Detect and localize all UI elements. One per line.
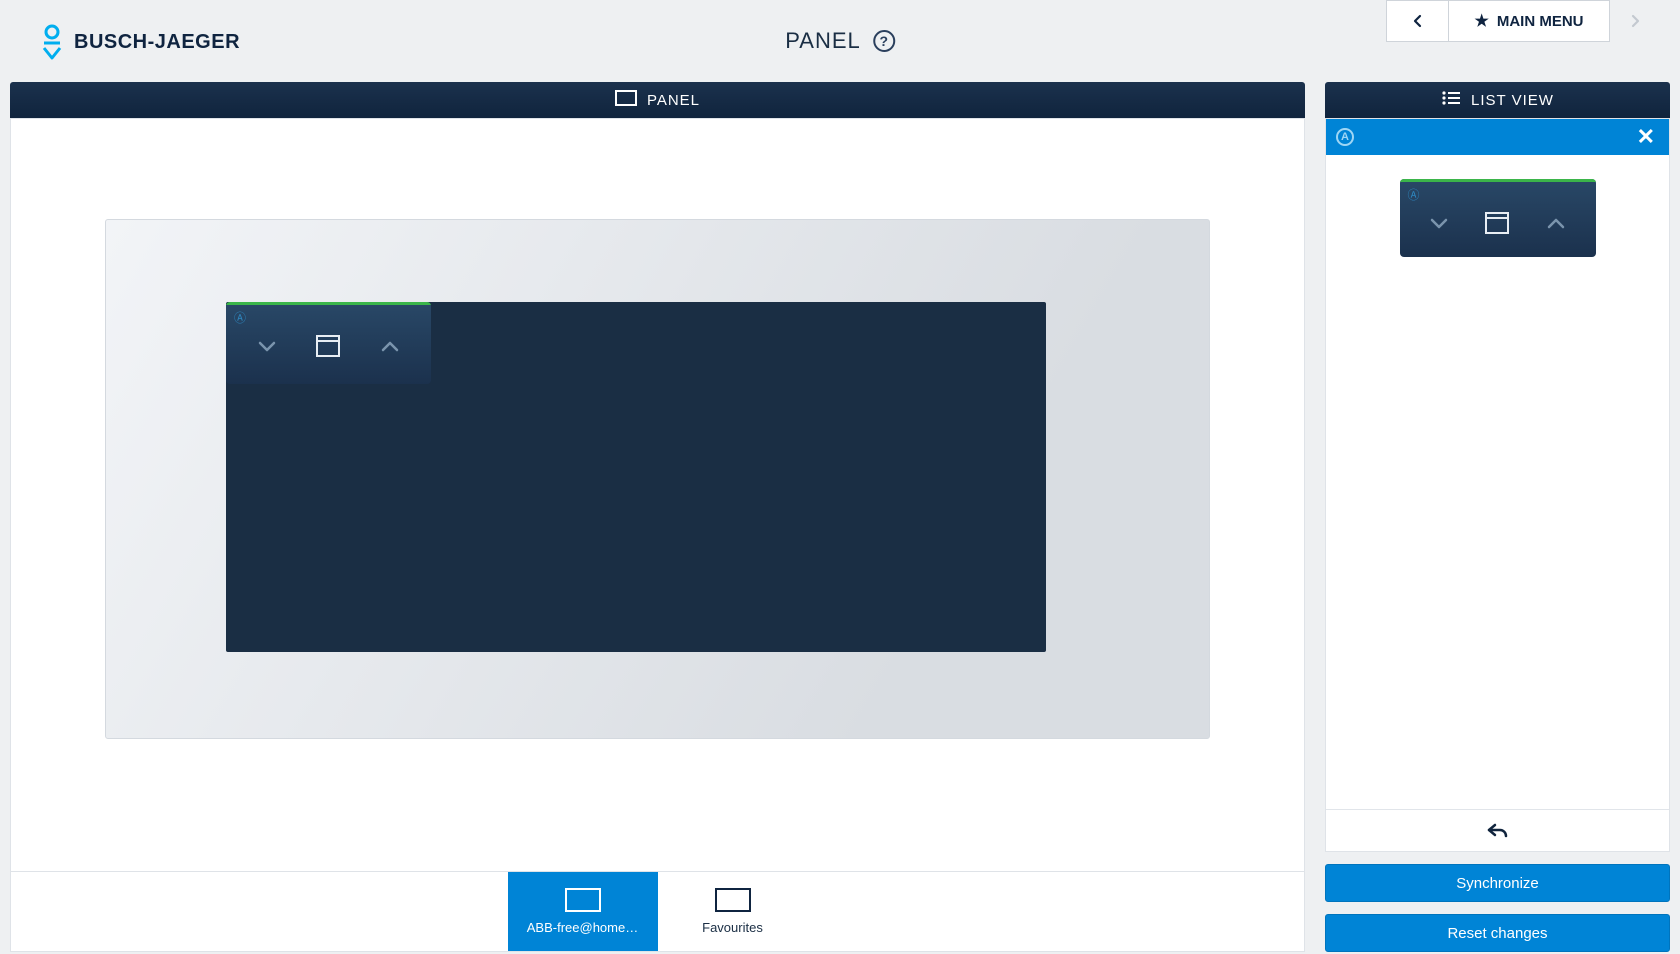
undo-button[interactable] [1326, 809, 1669, 851]
panel-footer: ABB-free@home… Favourites [10, 872, 1305, 952]
sidebar-column: LIST VIEW A ✕ Ⓐ [1325, 82, 1670, 952]
nav-back-button[interactable] [1386, 0, 1448, 42]
footer-tab-favourites[interactable]: Favourites [658, 872, 808, 951]
reset-changes-label: Reset changes [1447, 925, 1547, 942]
nav-main-menu-label: MAIN MENU [1497, 13, 1584, 30]
listview-body: A ✕ Ⓐ [1325, 118, 1670, 852]
synchronize-label: Synchronize [1456, 875, 1539, 892]
panel-header-label: PANEL [647, 92, 700, 109]
footer-tab-label: ABB-free@home… [527, 920, 638, 935]
panel-column: PANEL Ⓐ [10, 82, 1305, 952]
widget-badge: Ⓐ [226, 305, 431, 326]
list-content: Ⓐ [1326, 155, 1669, 809]
listview-header-label: LIST VIEW [1471, 92, 1554, 109]
page-title: PANEL [785, 28, 861, 54]
main-row: PANEL Ⓐ [0, 82, 1680, 952]
brand-logo: BUSCH-JAEGER [40, 24, 240, 60]
brand-name: BUSCH-JAEGER [74, 31, 240, 54]
nav-forward-button [1610, 0, 1660, 42]
widget-window-icon[interactable] [1483, 211, 1511, 235]
widget-controls [1400, 203, 1596, 247]
nav-buttons: ★ MAIN MENU [1386, 0, 1660, 42]
synchronize-button[interactable]: Synchronize [1325, 864, 1670, 902]
widget-down-button[interactable] [1425, 211, 1453, 235]
list-widget-tile[interactable]: Ⓐ [1400, 179, 1596, 257]
help-icon[interactable]: ? [873, 30, 895, 52]
widget-window-icon[interactable] [314, 334, 342, 358]
panel-icon [615, 90, 637, 110]
panel-body: Ⓐ [10, 118, 1305, 872]
nav-main-menu-button[interactable]: ★ MAIN MENU [1448, 0, 1610, 42]
footer-tab-label: Favourites [702, 920, 763, 935]
widget-badge: Ⓐ [1400, 182, 1596, 203]
panel-widget-tile[interactable]: Ⓐ [226, 302, 431, 384]
panel-tab-icon [565, 888, 601, 912]
listview-header: LIST VIEW [1325, 82, 1670, 118]
footer-tab-abb[interactable]: ABB-free@home… [508, 872, 658, 951]
panel-tab-icon [715, 888, 751, 912]
device-frame: Ⓐ [105, 219, 1210, 739]
close-icon[interactable]: ✕ [1633, 124, 1659, 150]
list-selected-row: A ✕ [1326, 119, 1669, 155]
widget-down-button[interactable] [253, 334, 281, 358]
widget-up-button[interactable] [1542, 211, 1570, 235]
device-screen[interactable]: Ⓐ [226, 302, 1046, 652]
page-title-wrap: PANEL ? [785, 28, 895, 54]
a-badge-icon: A [1336, 128, 1354, 146]
top-bar: BUSCH-JAEGER PANEL ? ★ MAIN MENU [0, 0, 1680, 82]
brand-mark-icon [40, 24, 64, 60]
widget-up-button[interactable] [376, 334, 404, 358]
list-icon [1441, 90, 1461, 110]
star-icon: ★ [1474, 11, 1488, 31]
panel-header: PANEL [10, 82, 1305, 118]
reset-changes-button[interactable]: Reset changes [1325, 914, 1670, 952]
widget-controls [226, 326, 431, 370]
